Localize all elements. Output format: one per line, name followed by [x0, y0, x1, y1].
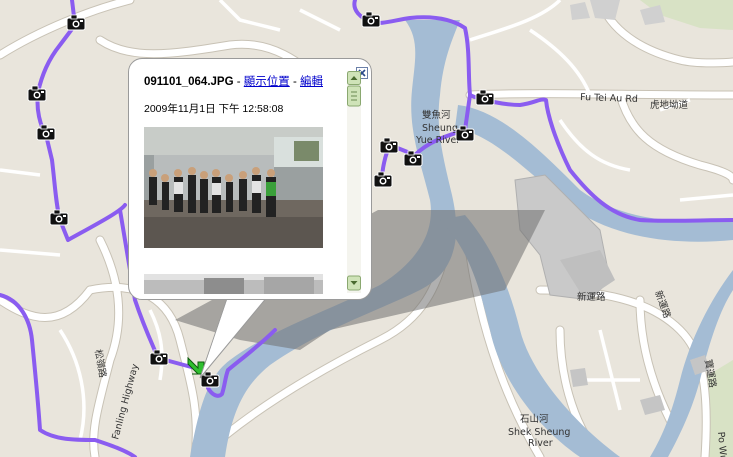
- separator: -: [233, 76, 244, 88]
- photo-datetime: 2009年11月1日 下午 12:58:08: [144, 103, 284, 115]
- label-road-po-wu: Po Wu: [715, 431, 729, 457]
- label-shek-sheung-river-en1: Shek Sheung: [508, 427, 570, 438]
- label-sheung-yue-river-en1: Sheung: [422, 123, 458, 134]
- label-sheung-yue-river-cn: 雙魚河: [422, 109, 451, 121]
- edit-link[interactable]: 編輯: [300, 76, 323, 88]
- show-location-link[interactable]: 顯示位置: [244, 76, 290, 88]
- label-san-wan-road: 新運路: [577, 291, 606, 303]
- photo-thumbnail-next[interactable]: [144, 274, 323, 294]
- label-fu-tei-au-rd: Fu Tei Au Rd: [580, 92, 638, 105]
- label-shek-sheung-river-cn: 石山河: [520, 413, 549, 425]
- photo-filename: 091101_064.JPG: [144, 76, 234, 88]
- popup-scrollbar[interactable]: [347, 71, 361, 293]
- separator: -: [289, 76, 300, 88]
- info-window-title: 091101_064.JPG - 顯示位置 - 編輯: [144, 73, 323, 89]
- label-tiger-pit-road: 虎地坳道: [650, 99, 689, 111]
- info-window-body: 091101_064.JPG - 顯示位置 - 編輯 2009年11月1日 下午…: [128, 58, 372, 300]
- photo-thumbnail[interactable]: [144, 127, 323, 248]
- info-window: 091101_064.JPG - 顯示位置 - 編輯 2009年11月1日 下午…: [128, 58, 374, 379]
- label-sheung-yue-river-en2: Yue River: [415, 135, 460, 146]
- label-shek-sheung-river-en2: River: [528, 438, 553, 449]
